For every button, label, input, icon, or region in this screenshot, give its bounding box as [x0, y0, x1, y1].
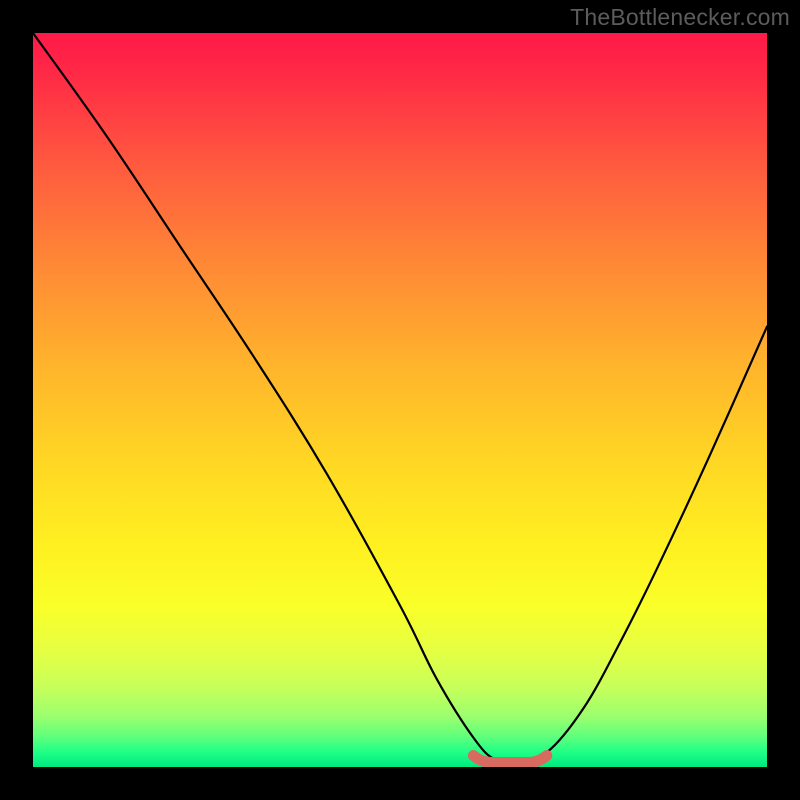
watermark-text: TheBottlenecker.com [570, 4, 790, 31]
optimal-range-marker [473, 755, 546, 762]
chart-svg [33, 33, 767, 767]
plot-area [33, 33, 767, 767]
chart-container: TheBottlenecker.com [0, 0, 800, 800]
bottleneck-curve-line [33, 33, 767, 762]
